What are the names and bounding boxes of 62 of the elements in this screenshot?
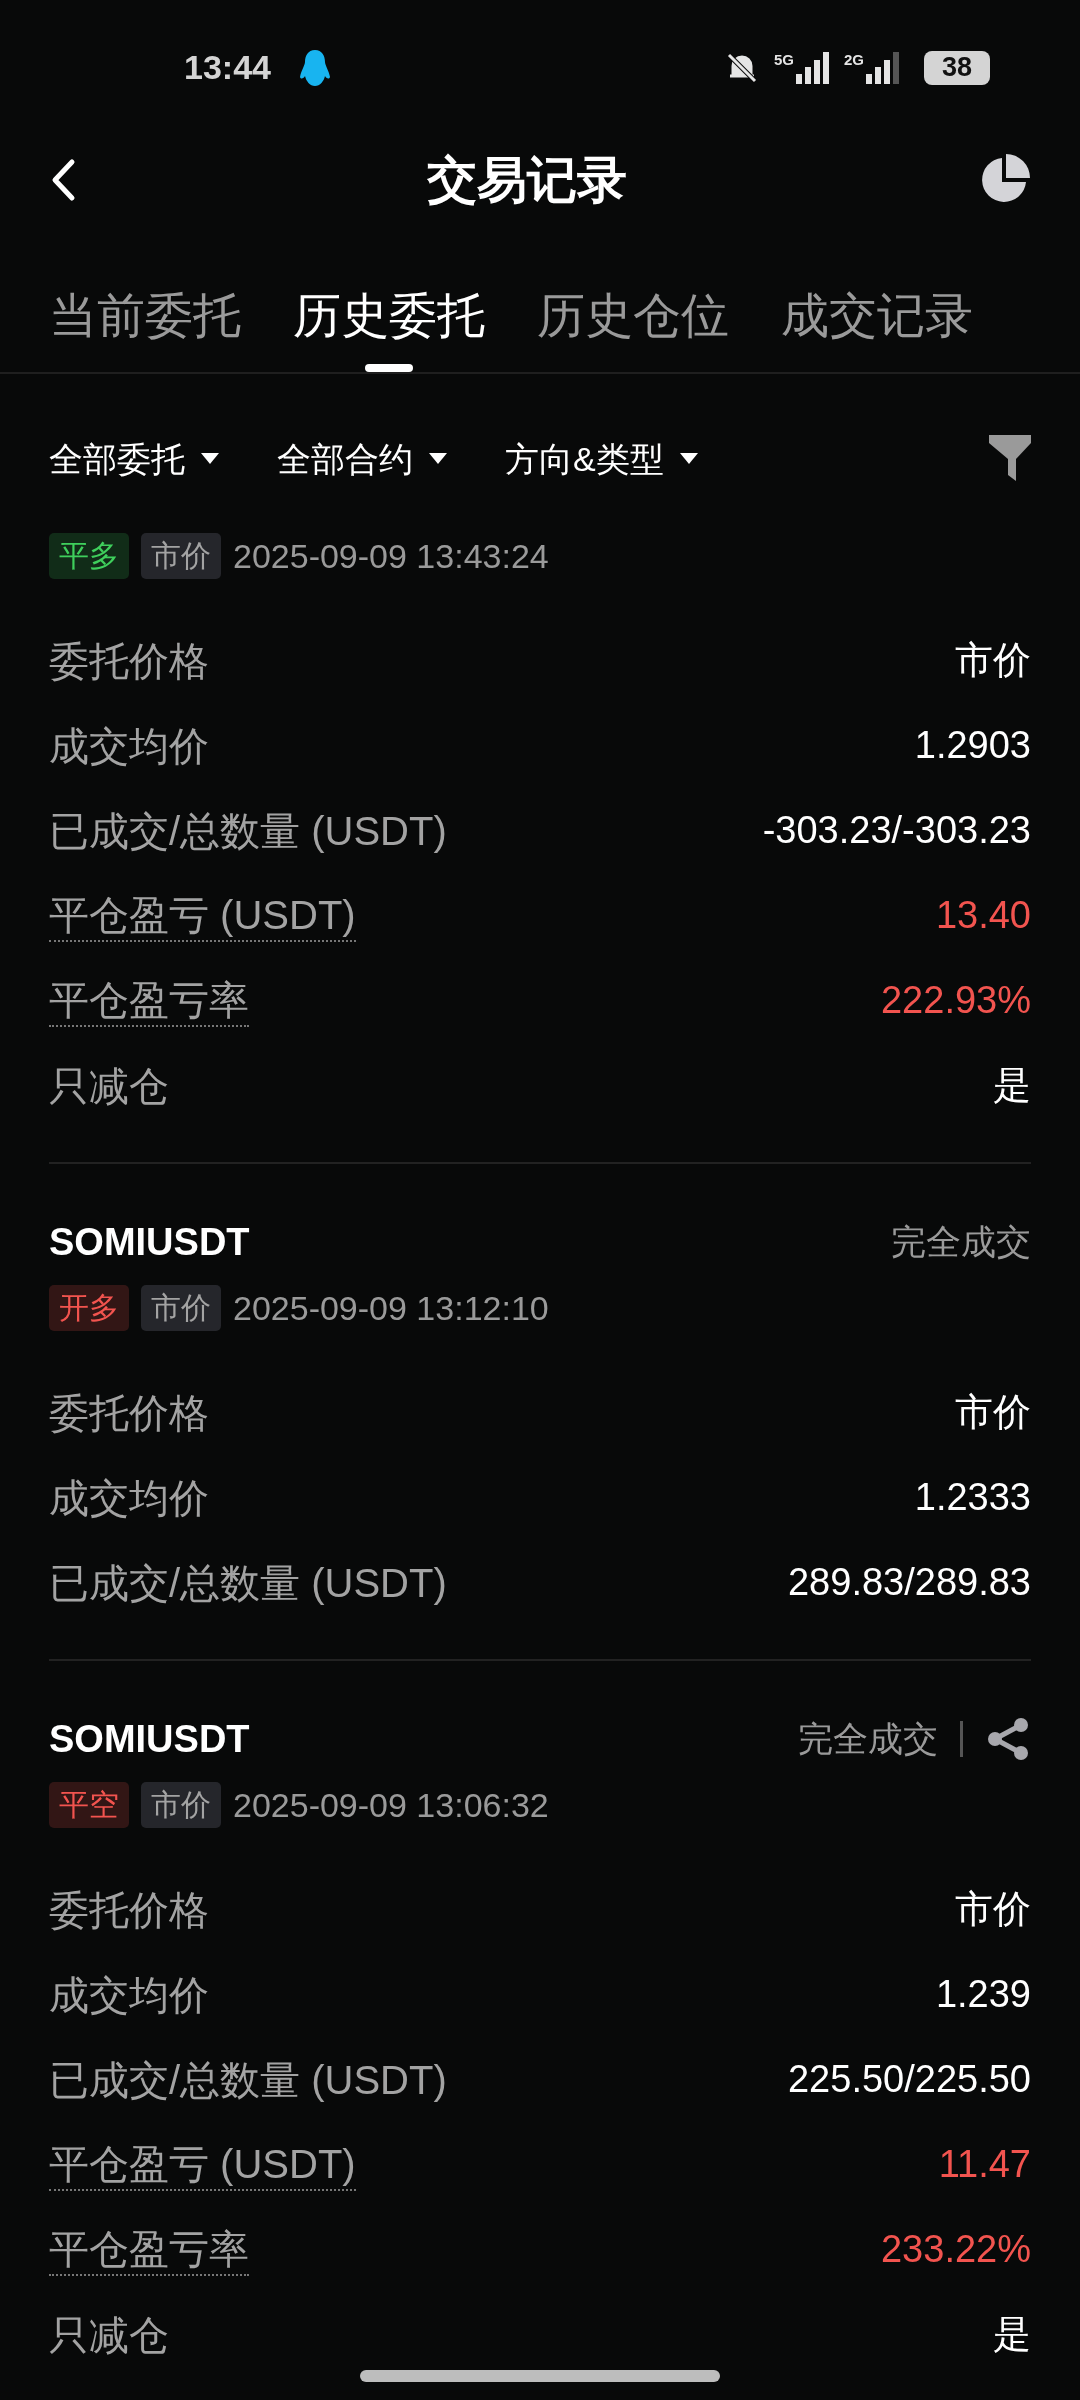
field-label: 成交均价 [49, 1971, 209, 2019]
field-label: 平仓盈亏率 [49, 974, 249, 1027]
field-label: 平仓盈亏率 [49, 2223, 249, 2276]
field-value: 233.22% [881, 2227, 1031, 2272]
field-value: 222.93% [881, 978, 1031, 1023]
back-icon[interactable] [50, 158, 76, 202]
order-type-tag: 市价 [141, 1285, 221, 1331]
field-label: 只减仓 [49, 1062, 169, 1110]
filter-dropdown[interactable]: 全部委托 [49, 433, 219, 485]
order-status: 完全成交 [798, 1717, 938, 1760]
tab[interactable]: 当前委托 [49, 280, 241, 372]
field-value: 市价 [955, 1887, 1031, 1932]
status-time: 13:44 [184, 47, 271, 88]
tab-indicator [365, 364, 413, 372]
penguin-icon [298, 48, 331, 87]
filter-dropdown[interactable]: 方向&类型 [505, 433, 698, 485]
page-title: 交易记录 [427, 150, 627, 210]
order-type-tag: 市价 [141, 533, 221, 579]
caret-icon [679, 453, 698, 465]
field-label: 成交均价 [49, 1474, 209, 1522]
symbol-title: SOMIUSDT [49, 1716, 250, 1762]
field-value: 11.47 [938, 2142, 1031, 2187]
network-label: 5G [773, 51, 794, 67]
field-value: 13.40 [935, 893, 1031, 938]
order-type-tag: 市价 [141, 1782, 221, 1828]
signal-icon [796, 51, 830, 84]
filter-icon[interactable] [989, 435, 1031, 483]
field-label: 已成交/总数量 (USDT) [49, 1559, 447, 1607]
field-label: 已成交/总数量 (USDT) [49, 807, 447, 855]
network-label: 2G [844, 51, 864, 67]
field-label: 成交均价 [49, 722, 209, 770]
order-status: 完全成交 [891, 1220, 1031, 1263]
field-label: 只减仓 [49, 2311, 169, 2359]
symbol-title: SOMIUSDT [49, 1219, 250, 1265]
field-value: 1.239 [935, 1972, 1031, 2017]
field-value: 1.2333 [914, 1475, 1031, 1520]
field-label: 委托价格 [49, 637, 209, 685]
field-label: 委托价格 [49, 1389, 209, 1437]
battery-indicator: 38 [924, 50, 990, 85]
caret-icon [429, 453, 447, 465]
field-value: 289.83/289.83 [788, 1560, 1031, 1605]
field-label: 委托价格 [49, 1886, 209, 1934]
field-label: 平仓盈亏 (USDT) [49, 889, 356, 942]
field-value: 是 [993, 1063, 1031, 1108]
share-icon[interactable] [985, 1716, 1031, 1762]
field-value: 是 [993, 2312, 1031, 2357]
field-value: 市价 [955, 1390, 1031, 1435]
field-value: 225.50/225.50 [788, 2057, 1031, 2102]
order-time: 2025-09-09 13:43:24 [233, 535, 549, 577]
order-time: 2025-09-09 13:12:10 [233, 1287, 549, 1329]
field-value: 1.2903 [914, 723, 1031, 768]
tab[interactable]: 成交记录 [781, 280, 973, 372]
field-value: 市价 [955, 638, 1031, 683]
field-value: -303.23/-303.23 [762, 808, 1031, 853]
field-label: 平仓盈亏 (USDT) [49, 2138, 356, 2191]
filter-dropdown[interactable]: 全部合约 [277, 433, 447, 485]
tab[interactable]: 历史仓位 [537, 280, 729, 372]
signal-icon [866, 51, 900, 84]
order-time: 2025-09-09 13:06:32 [233, 1784, 549, 1826]
field-label: 已成交/总数量 (USDT) [49, 2056, 447, 2104]
tab[interactable]: 历史委托 [293, 280, 485, 372]
caret-icon [201, 453, 219, 465]
